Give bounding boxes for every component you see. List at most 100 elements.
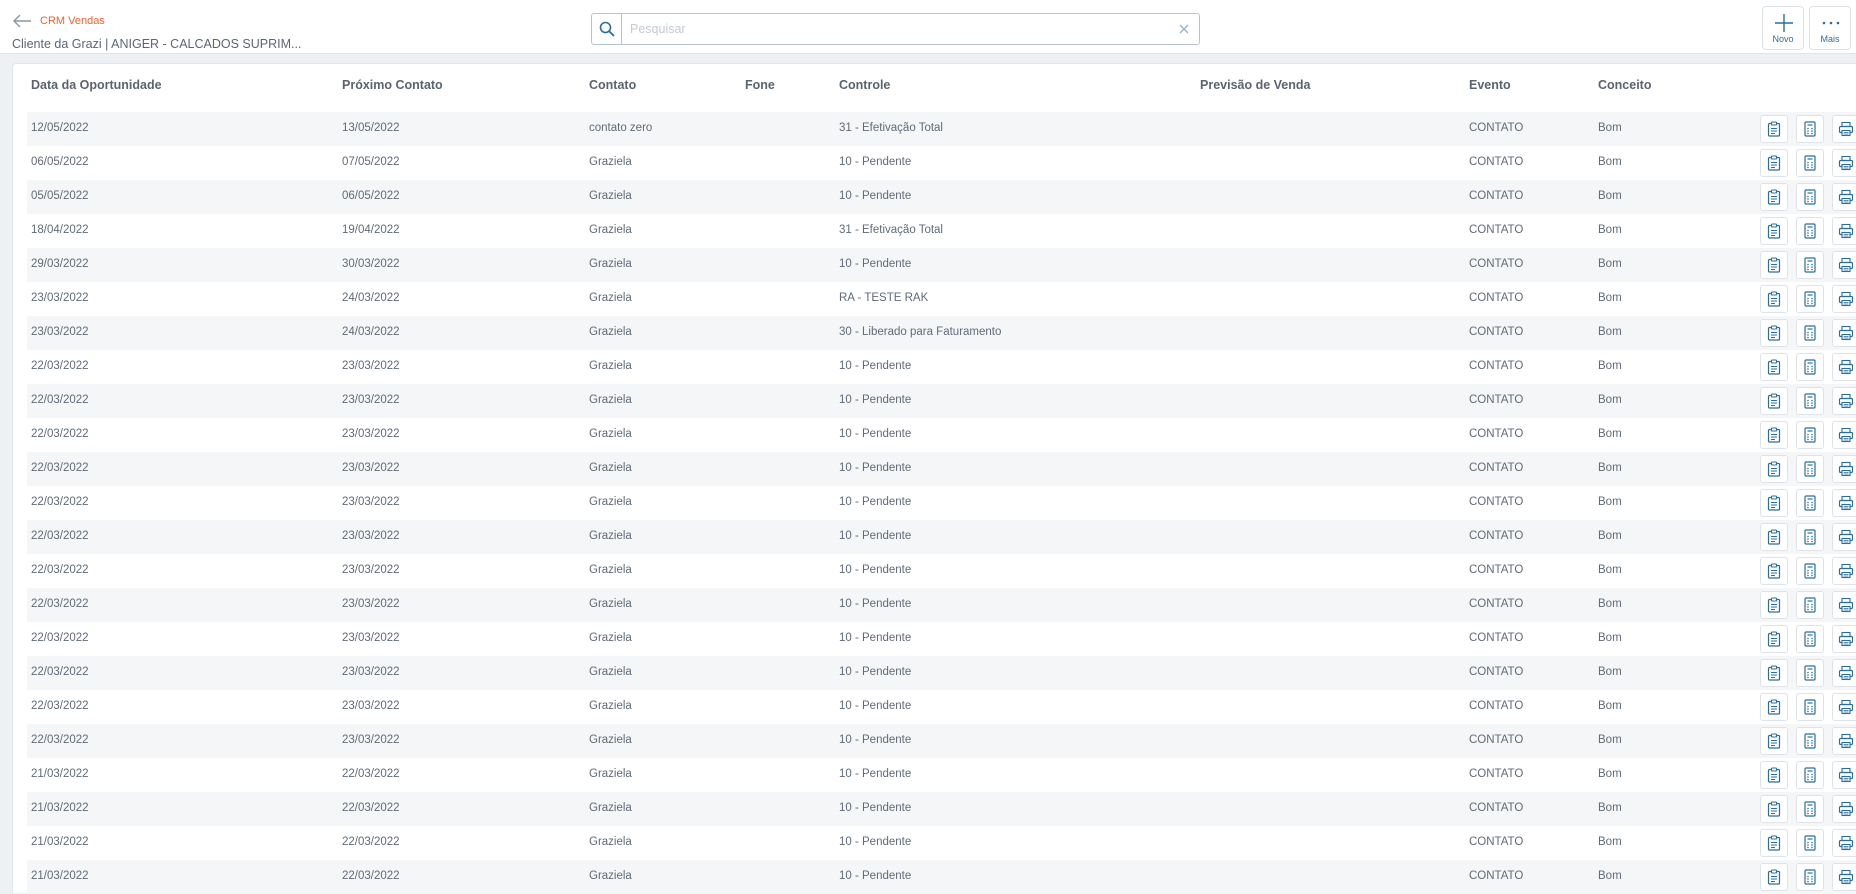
calculator-button[interactable] bbox=[1796, 557, 1824, 585]
clipboard-button[interactable] bbox=[1760, 251, 1788, 279]
clipboard-button[interactable] bbox=[1760, 863, 1788, 891]
printer-button[interactable] bbox=[1832, 625, 1856, 653]
col-evento[interactable]: Evento bbox=[1469, 78, 1511, 92]
table-row[interactable]: 22/03/2022 23/03/2022 Graziela 10 - Pendent… bbox=[27, 724, 1856, 758]
mais-button[interactable]: Mais bbox=[1809, 6, 1851, 50]
table-row[interactable]: 21/03/2022 22/03/2022 Graziela 10 - Pendent… bbox=[27, 860, 1856, 894]
printer-button[interactable] bbox=[1832, 795, 1856, 823]
table-row[interactable]: 22/03/2022 23/03/2022 Graziela 10 - Pendent… bbox=[27, 418, 1856, 452]
table-row[interactable]: 21/03/2022 22/03/2022 Graziela 10 - Pendent… bbox=[27, 758, 1856, 792]
clipboard-button[interactable] bbox=[1760, 795, 1788, 823]
calculator-button[interactable] bbox=[1796, 829, 1824, 857]
clipboard-button[interactable] bbox=[1760, 523, 1788, 551]
calculator-button[interactable] bbox=[1796, 727, 1824, 755]
clipboard-button[interactable] bbox=[1760, 659, 1788, 687]
app-title[interactable]: CRM Vendas bbox=[40, 15, 105, 27]
col-fone[interactable]: Fone bbox=[745, 78, 775, 92]
calculator-button[interactable] bbox=[1796, 285, 1824, 313]
printer-button[interactable] bbox=[1832, 421, 1856, 449]
clipboard-button[interactable] bbox=[1760, 149, 1788, 177]
calculator-button[interactable] bbox=[1796, 251, 1824, 279]
col-conceito[interactable]: Conceito bbox=[1598, 78, 1651, 92]
table-row[interactable]: 12/05/2022 13/05/2022 contato zero 31 - Efe… bbox=[27, 112, 1856, 146]
printer-button[interactable] bbox=[1832, 591, 1856, 619]
novo-button[interactable]: Novo bbox=[1762, 6, 1804, 50]
calculator-button[interactable] bbox=[1796, 455, 1824, 483]
printer-button[interactable] bbox=[1832, 217, 1856, 245]
printer-button[interactable] bbox=[1832, 557, 1856, 585]
table-row[interactable]: 23/03/2022 24/03/2022 Graziela RA - TESTE R… bbox=[27, 282, 1856, 316]
search-icon[interactable] bbox=[592, 14, 622, 44]
table-row[interactable]: 22/03/2022 23/03/2022 Graziela 10 - Pendent… bbox=[27, 690, 1856, 724]
table-row[interactable]: 21/03/2022 22/03/2022 Graziela 10 - Pendent… bbox=[27, 792, 1856, 826]
clipboard-button[interactable] bbox=[1760, 761, 1788, 789]
calculator-button[interactable] bbox=[1796, 761, 1824, 789]
calculator-button[interactable] bbox=[1796, 183, 1824, 211]
clipboard-button[interactable] bbox=[1760, 285, 1788, 313]
printer-button[interactable] bbox=[1832, 523, 1856, 551]
table-row[interactable]: 22/03/2022 23/03/2022 Graziela 10 - Pendent… bbox=[27, 350, 1856, 384]
clipboard-button[interactable] bbox=[1760, 353, 1788, 381]
clipboard-button[interactable] bbox=[1760, 115, 1788, 143]
col-previsao-venda[interactable]: Previsão de Venda bbox=[1200, 78, 1310, 92]
printer-button[interactable] bbox=[1832, 829, 1856, 857]
back-arrow-icon[interactable] bbox=[12, 13, 32, 29]
clipboard-button[interactable] bbox=[1760, 727, 1788, 755]
clipboard-button[interactable] bbox=[1760, 183, 1788, 211]
printer-button[interactable] bbox=[1832, 761, 1856, 789]
printer-button[interactable] bbox=[1832, 693, 1856, 721]
calculator-button[interactable] bbox=[1796, 319, 1824, 347]
clipboard-button[interactable] bbox=[1760, 455, 1788, 483]
col-controle[interactable]: Controle bbox=[839, 78, 890, 92]
col-contato[interactable]: Contato bbox=[589, 78, 636, 92]
calculator-button[interactable] bbox=[1796, 523, 1824, 551]
col-proximo-contato[interactable]: Próximo Contato bbox=[342, 78, 443, 92]
printer-button[interactable] bbox=[1832, 387, 1856, 415]
printer-button[interactable] bbox=[1832, 863, 1856, 891]
table-row[interactable]: 29/03/2022 30/03/2022 Graziela 10 - Pendent… bbox=[27, 248, 1856, 282]
clipboard-button[interactable] bbox=[1760, 489, 1788, 517]
search-input[interactable] bbox=[630, 19, 1160, 39]
clipboard-button[interactable] bbox=[1760, 387, 1788, 415]
printer-button[interactable] bbox=[1832, 149, 1856, 177]
clipboard-button[interactable] bbox=[1760, 421, 1788, 449]
table-row[interactable]: 21/03/2022 22/03/2022 Graziela 10 - Pendent… bbox=[27, 826, 1856, 860]
calculator-button[interactable] bbox=[1796, 115, 1824, 143]
printer-button[interactable] bbox=[1832, 115, 1856, 143]
table-row[interactable]: 22/03/2022 23/03/2022 Graziela 10 - Pendent… bbox=[27, 622, 1856, 656]
clipboard-button[interactable] bbox=[1760, 625, 1788, 653]
calculator-button[interactable] bbox=[1796, 795, 1824, 823]
table-row[interactable]: 22/03/2022 23/03/2022 Graziela 10 - Pendent… bbox=[27, 452, 1856, 486]
calculator-button[interactable] bbox=[1796, 625, 1824, 653]
calculator-button[interactable] bbox=[1796, 659, 1824, 687]
printer-button[interactable] bbox=[1832, 285, 1856, 313]
table-row[interactable]: 06/05/2022 07/05/2022 Graziela 10 - Pendent… bbox=[27, 146, 1856, 180]
printer-button[interactable] bbox=[1832, 251, 1856, 279]
table-row[interactable]: 18/04/2022 19/04/2022 Graziela 31 - Efetiva… bbox=[27, 214, 1856, 248]
calculator-button[interactable] bbox=[1796, 489, 1824, 517]
printer-button[interactable] bbox=[1832, 727, 1856, 755]
calculator-button[interactable] bbox=[1796, 217, 1824, 245]
table-row[interactable]: 23/03/2022 24/03/2022 Graziela 30 - Liberad… bbox=[27, 316, 1856, 350]
table-row[interactable]: 22/03/2022 23/03/2022 Graziela 10 - Pendent… bbox=[27, 520, 1856, 554]
calculator-button[interactable] bbox=[1796, 591, 1824, 619]
table-row[interactable]: 05/05/2022 06/05/2022 Graziela 10 - Pendent… bbox=[27, 180, 1856, 214]
table-row[interactable]: 22/03/2022 23/03/2022 Graziela 10 - Pendent… bbox=[27, 384, 1856, 418]
calculator-button[interactable] bbox=[1796, 863, 1824, 891]
clipboard-button[interactable] bbox=[1760, 829, 1788, 857]
calculator-button[interactable] bbox=[1796, 693, 1824, 721]
table-row[interactable]: 22/03/2022 23/03/2022 Graziela 10 - Pendent… bbox=[27, 656, 1856, 690]
calculator-button[interactable] bbox=[1796, 421, 1824, 449]
clipboard-button[interactable] bbox=[1760, 591, 1788, 619]
printer-button[interactable] bbox=[1832, 659, 1856, 687]
calculator-button[interactable] bbox=[1796, 387, 1824, 415]
table-row[interactable]: 22/03/2022 23/03/2022 Graziela 10 - Pendent… bbox=[27, 486, 1856, 520]
table-row[interactable]: 22/03/2022 23/03/2022 Graziela 10 - Pendent… bbox=[27, 554, 1856, 588]
table-row[interactable]: 22/03/2022 23/03/2022 Graziela 10 - Pendent… bbox=[27, 588, 1856, 622]
printer-button[interactable] bbox=[1832, 183, 1856, 211]
printer-button[interactable] bbox=[1832, 319, 1856, 347]
clipboard-button[interactable] bbox=[1760, 217, 1788, 245]
calculator-button[interactable] bbox=[1796, 353, 1824, 381]
clipboard-button[interactable] bbox=[1760, 319, 1788, 347]
clipboard-button[interactable] bbox=[1760, 557, 1788, 585]
